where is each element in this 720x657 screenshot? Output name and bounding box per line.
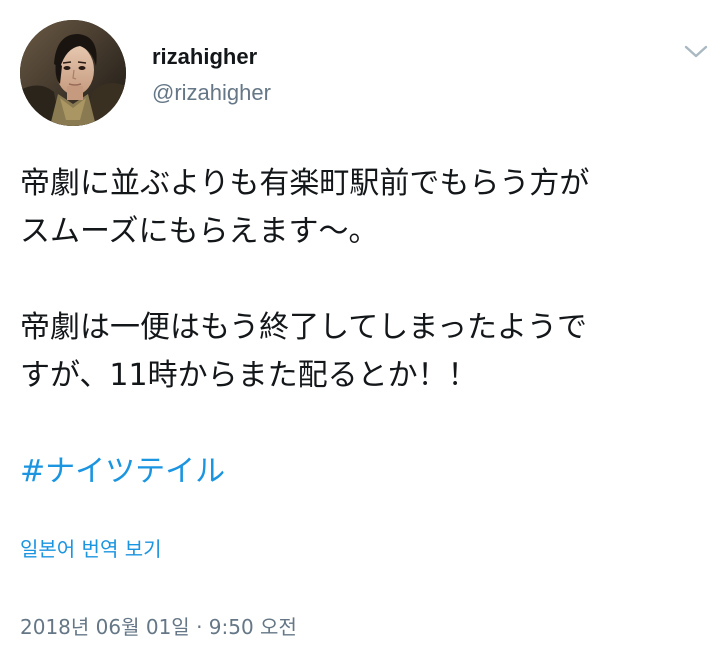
profile-photo-icon [20, 20, 126, 126]
more-options-button[interactable] [678, 38, 714, 66]
author-display-name[interactable]: rizahigher [152, 44, 257, 70]
tweet-line: スムーズにもらえます〜。 [20, 214, 379, 249]
hashtag-link[interactable]: #ナイツテイル [20, 454, 225, 489]
tweet-text: 帝劇に並ぶよりも有楽町駅前でもらう方が スムーズにもらえます〜。 帝劇は一便はも… [20, 160, 710, 496]
paragraph-break [20, 256, 710, 304]
tweet-line: 帝劇は一便はもう終了してしまったようで [20, 310, 587, 345]
tweet-line: すが、11時からまた配るとか！！ [20, 358, 478, 393]
tweet-detail: rizahigher @rizahigher 帝劇に並ぶよりも有楽町駅前でもらう… [0, 0, 720, 657]
chevron-down-icon [684, 45, 708, 58]
avatar[interactable] [20, 20, 126, 126]
author-handle[interactable]: @rizahigher [152, 80, 271, 106]
paragraph-break [20, 400, 710, 448]
tweet-line: 帝劇に並ぶよりも有楽町駅前でもらう方が [20, 166, 590, 201]
tweet-timestamp[interactable]: 2018년 06월 01일 · 9:50 오전 [20, 611, 297, 640]
translate-tweet-link[interactable]: 일본어 번역 보기 [20, 533, 162, 562]
